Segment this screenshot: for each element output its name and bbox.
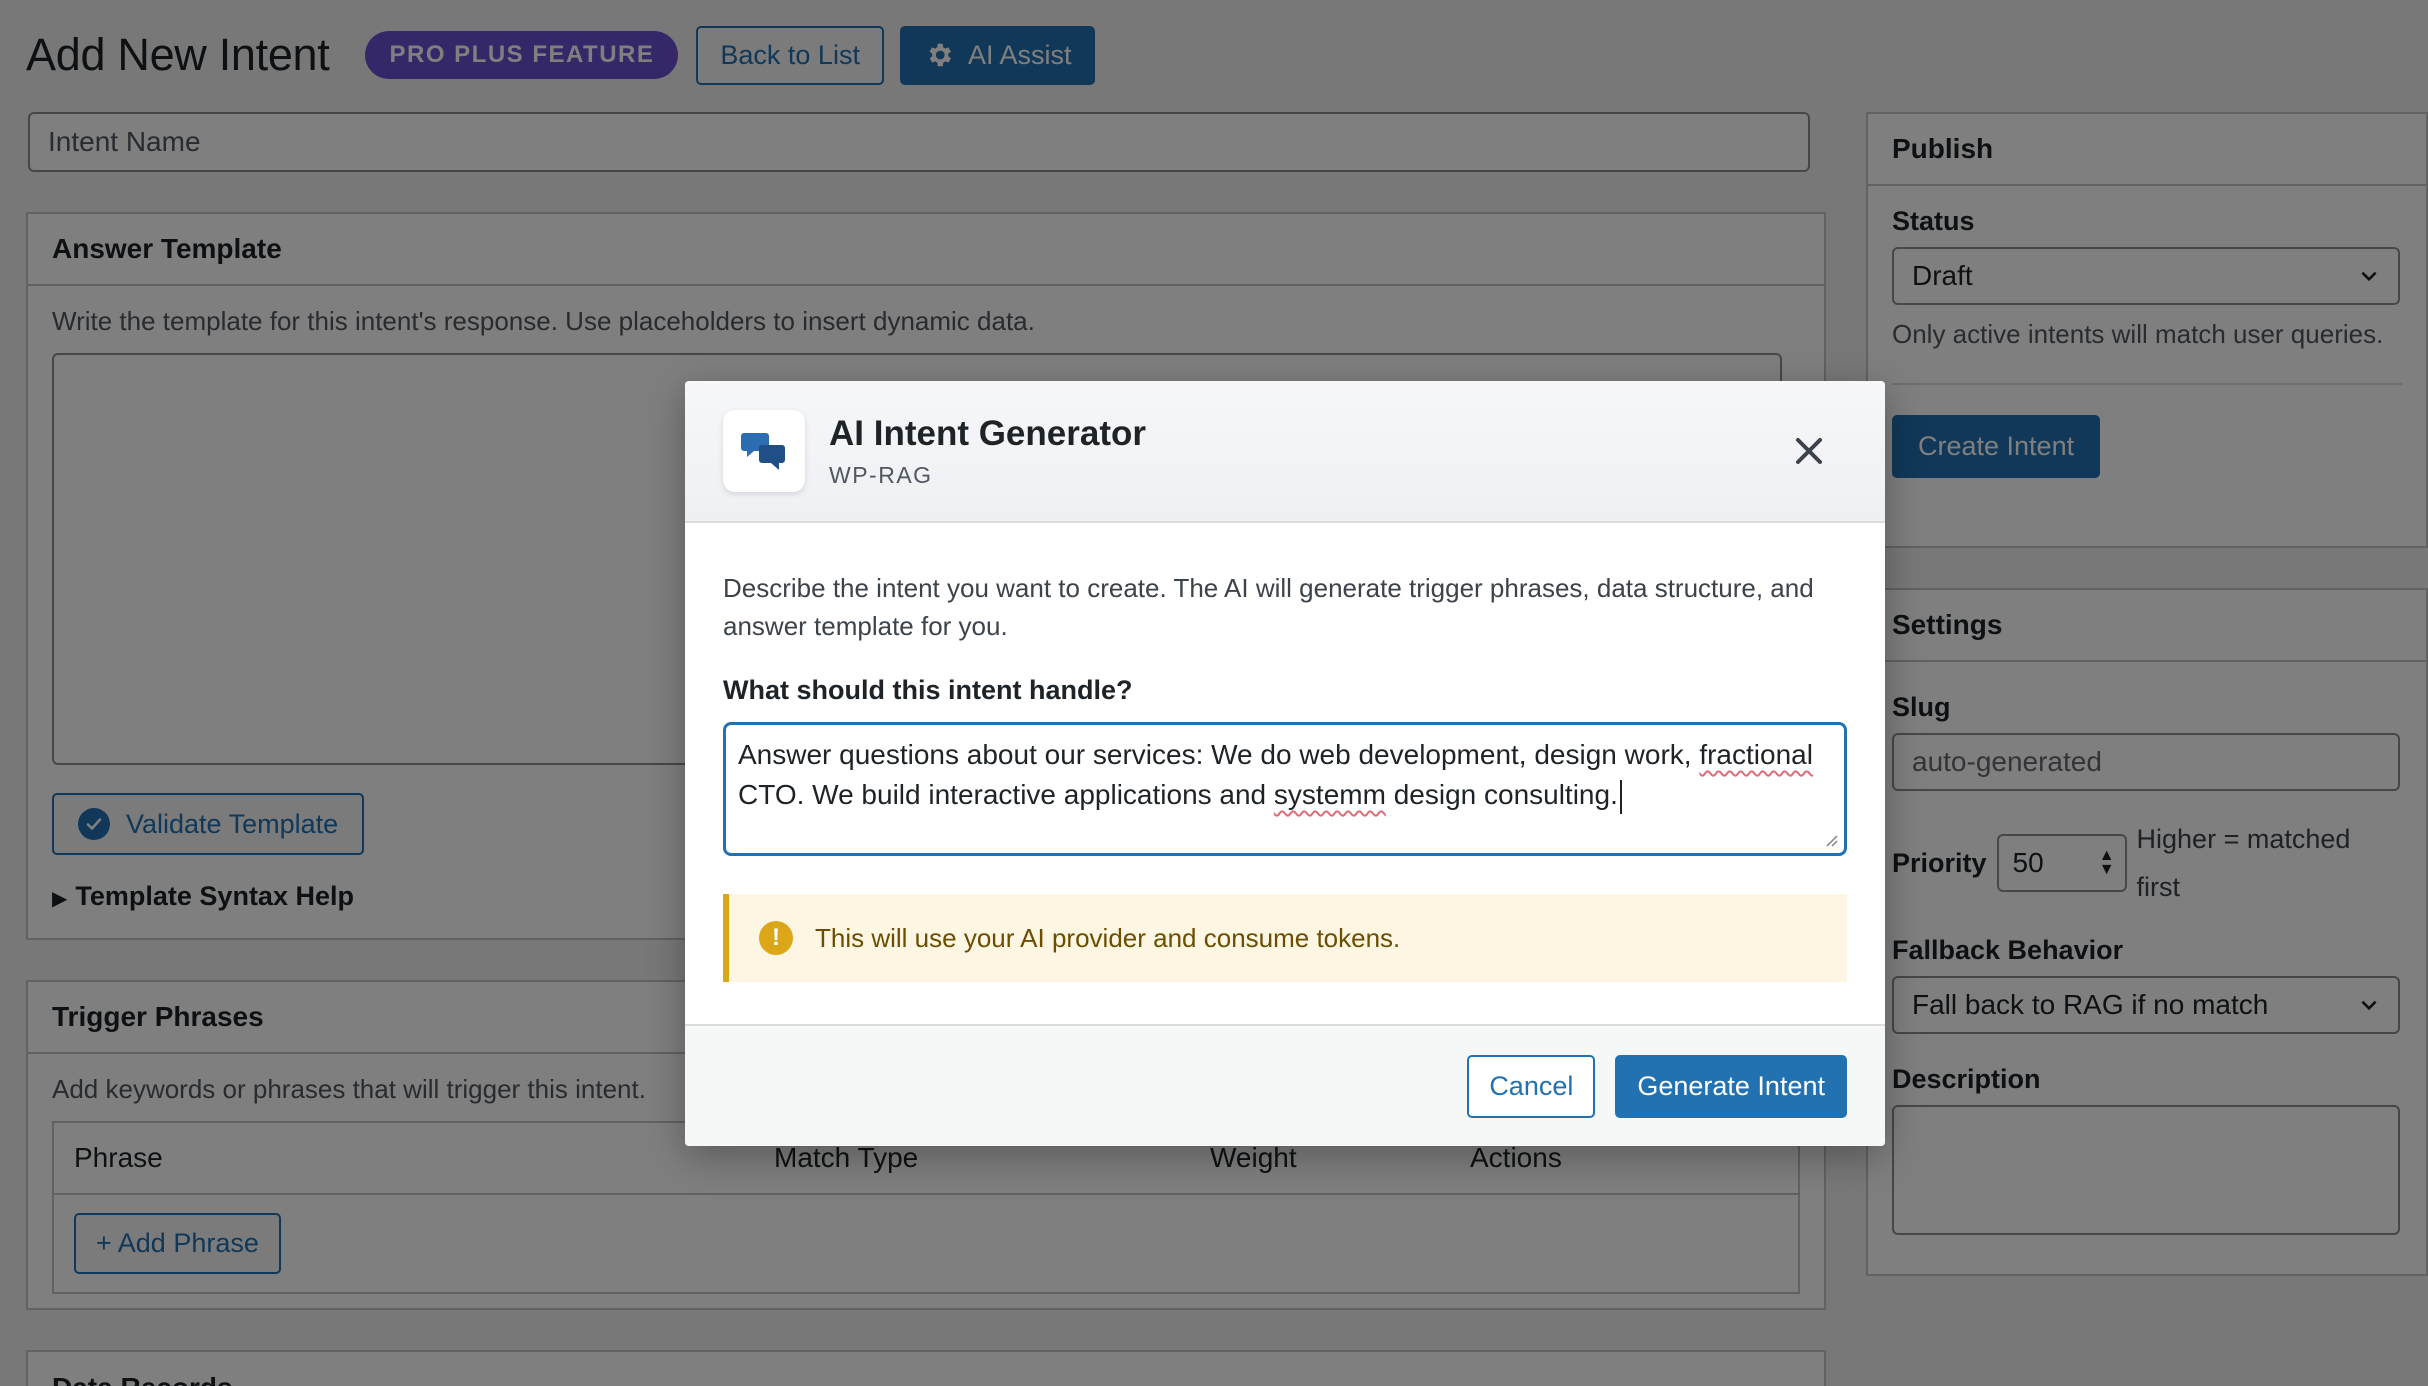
modal-description: Describe the intent you want to create. …: [723, 573, 1814, 641]
warning-icon: !: [759, 921, 793, 955]
ai-intent-generator-modal: AI Intent Generator WP-RAG Describe the …: [685, 381, 1885, 1146]
prompt-text-part: CTO. We build interactive applications a…: [738, 779, 1274, 810]
resize-handle-icon[interactable]: [1822, 831, 1838, 847]
token-warning-text: This will use your AI provider and consu…: [815, 922, 1401, 953]
token-warning-notice: ! This will use your AI provider and con…: [723, 894, 1847, 982]
prompt-text-part: Answer questions about our services: We …: [738, 739, 1700, 770]
modal-subtitle: WP-RAG: [829, 461, 933, 488]
chat-bubbles-icon: [723, 410, 805, 492]
generate-intent-button[interactable]: Generate Intent: [1615, 1054, 1847, 1118]
close-icon[interactable]: [1789, 431, 1829, 471]
text-caret: [1619, 779, 1622, 814]
misspelled-word: fractional: [1699, 739, 1813, 770]
intent-prompt-textarea[interactable]: Answer questions about our services: We …: [723, 722, 1847, 856]
modal-footer: Cancel Generate Intent: [685, 1024, 1885, 1146]
modal-title: AI Intent Generator: [829, 413, 1146, 453]
cancel-button[interactable]: Cancel: [1467, 1054, 1596, 1118]
modal-body: Describe the intent you want to create. …: [685, 523, 1885, 982]
intent-prompt-label: What should this intent handle?: [723, 675, 1133, 705]
modal-header: AI Intent Generator WP-RAG: [685, 381, 1885, 523]
prompt-text-part: design consulting.: [1385, 779, 1618, 810]
misspelled-word: systemm: [1273, 779, 1386, 810]
